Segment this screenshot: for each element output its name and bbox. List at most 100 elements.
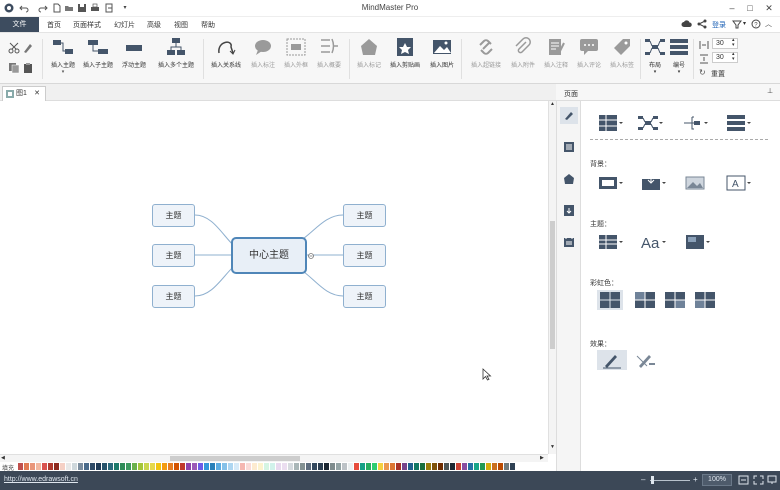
collapse-ribbon-icon[interactable]: ︿ [765, 19, 772, 29]
color-swatch[interactable] [66, 463, 71, 470]
document-tab[interactable]: 图1 ✕ [2, 86, 46, 101]
color-swatch[interactable] [432, 463, 437, 470]
color-swatch[interactable] [504, 463, 509, 470]
color-swatch[interactable] [444, 463, 449, 470]
color-swatch[interactable] [366, 463, 371, 470]
color-swatch[interactable] [378, 463, 383, 470]
layout-style-3-icon[interactable] [682, 113, 708, 133]
website-link[interactable]: http://www.edrawsoft.cn [4, 476, 78, 483]
color-swatch[interactable] [150, 463, 155, 470]
color-swatch[interactable] [330, 463, 335, 470]
theme-color-icon[interactable] [684, 232, 710, 252]
rainbow-option-3-icon[interactable] [662, 290, 688, 310]
color-swatch[interactable] [30, 463, 35, 470]
color-swatch[interactable] [180, 463, 185, 470]
color-swatch[interactable] [384, 463, 389, 470]
color-swatch[interactable] [276, 463, 281, 470]
vertical-scrollbar[interactable]: ▲ ▼ [548, 101, 556, 454]
layout-style-4-icon[interactable] [725, 113, 751, 133]
floating-topic-button[interactable]: 浮动主题 [118, 37, 150, 69]
color-swatch[interactable] [510, 463, 515, 470]
color-swatch[interactable] [264, 463, 269, 470]
color-swatch[interactable] [300, 463, 305, 470]
color-swatch[interactable] [204, 463, 209, 470]
skin-icon[interactable] [732, 19, 742, 29]
color-swatch[interactable] [144, 463, 149, 470]
layout-style-2-icon[interactable] [637, 113, 663, 133]
color-swatch[interactable] [162, 463, 167, 470]
right-topic-3[interactable]: 主题 [343, 285, 386, 308]
mark-panel-icon[interactable] [563, 173, 575, 185]
layout-style-1-icon[interactable] [597, 113, 623, 133]
fullscreen-icon[interactable] [753, 475, 764, 485]
color-swatch[interactable] [42, 463, 47, 470]
color-swatch[interactable] [120, 463, 125, 470]
color-swatch[interactable] [360, 463, 365, 470]
page-style-tab[interactable] [560, 107, 578, 124]
color-swatch[interactable] [462, 463, 467, 470]
cut-icon[interactable] [8, 42, 20, 54]
color-swatch[interactable] [108, 463, 113, 470]
color-swatch[interactable] [36, 463, 41, 470]
reset-button[interactable]: 重置 [711, 69, 725, 79]
menu-page-style[interactable]: 页面样式 [73, 20, 101, 30]
insert-relation-button[interactable]: 插入关系线 [207, 37, 245, 69]
share-icon[interactable] [697, 19, 707, 29]
zoom-out-icon[interactable]: – [641, 475, 645, 484]
paste-icon[interactable] [22, 62, 34, 74]
color-swatch[interactable] [24, 463, 29, 470]
color-swatch[interactable] [408, 463, 413, 470]
color-swatch[interactable] [90, 463, 95, 470]
theme-font-icon[interactable]: Aa [640, 232, 666, 252]
color-swatch[interactable] [54, 463, 59, 470]
insert-clipart-button[interactable]: 插入剪贴画 [386, 37, 424, 69]
insert-topic-dropdown-icon[interactable]: ▾ [46, 69, 80, 75]
scroll-down-icon[interactable]: ▼ [550, 444, 555, 450]
theme-style-icon[interactable] [597, 232, 623, 252]
scroll-right-icon[interactable]: ▶ [540, 455, 544, 461]
help-icon[interactable]: ? [751, 19, 761, 29]
color-swatch[interactable] [318, 463, 323, 470]
watermark-icon[interactable]: A [725, 173, 751, 193]
central-topic[interactable]: 中心主题 [231, 237, 307, 274]
task-panel-icon[interactable] [563, 236, 575, 248]
left-topic-2[interactable]: 主题 [152, 244, 195, 267]
color-swatch[interactable] [414, 463, 419, 470]
menu-file[interactable]: 文件 [0, 17, 39, 32]
insert-image-button[interactable]: 插入图片 [427, 37, 457, 69]
pin-panel-icon[interactable]: ⊥ [767, 87, 773, 95]
horizontal-scrollbar[interactable]: ◀ ▶ [0, 454, 548, 462]
color-swatch[interactable] [48, 463, 53, 470]
rainbow-option-4-icon[interactable] [692, 290, 718, 310]
vertical-scroll-thumb[interactable] [550, 221, 555, 349]
color-swatch[interactable] [288, 463, 293, 470]
horizontal-scroll-thumb[interactable] [170, 456, 300, 461]
spin-buttons-icon[interactable]: ▴ ▾ [732, 52, 735, 62]
color-swatch[interactable] [390, 463, 395, 470]
close-tab-icon[interactable]: ✕ [34, 87, 40, 100]
remove-background-icon[interactable] [684, 173, 710, 193]
color-swatch[interactable] [210, 463, 215, 470]
format-painter-icon[interactable] [22, 42, 34, 54]
mindmap-canvas[interactable]: 主题 主题 主题 主题 主题 主题 中心主题 [0, 101, 548, 454]
color-swatch[interactable] [96, 463, 101, 470]
minimize-button[interactable]: – [725, 2, 739, 14]
copy-icon[interactable] [8, 62, 20, 74]
color-swatch[interactable] [18, 463, 23, 470]
hand-drawn-effect-icon[interactable] [633, 350, 659, 370]
color-swatch[interactable] [282, 463, 287, 470]
insert-topic-button[interactable]: 插入主题 ▾ [46, 37, 80, 75]
color-swatch[interactable] [246, 463, 251, 470]
close-button[interactable]: ✕ [762, 2, 776, 14]
color-swatch[interactable] [258, 463, 263, 470]
numbering-dropdown-icon[interactable]: ▾ [668, 69, 690, 75]
color-swatch[interactable] [132, 463, 137, 470]
clipart-panel-icon[interactable] [563, 204, 575, 217]
color-swatch[interactable] [372, 463, 377, 470]
color-swatch[interactable] [198, 463, 203, 470]
color-swatch[interactable] [456, 463, 461, 470]
color-swatch[interactable] [420, 463, 425, 470]
zoom-slider[interactable] [650, 480, 690, 481]
zoom-slider-handle[interactable] [651, 476, 654, 484]
color-swatch[interactable] [324, 463, 329, 470]
